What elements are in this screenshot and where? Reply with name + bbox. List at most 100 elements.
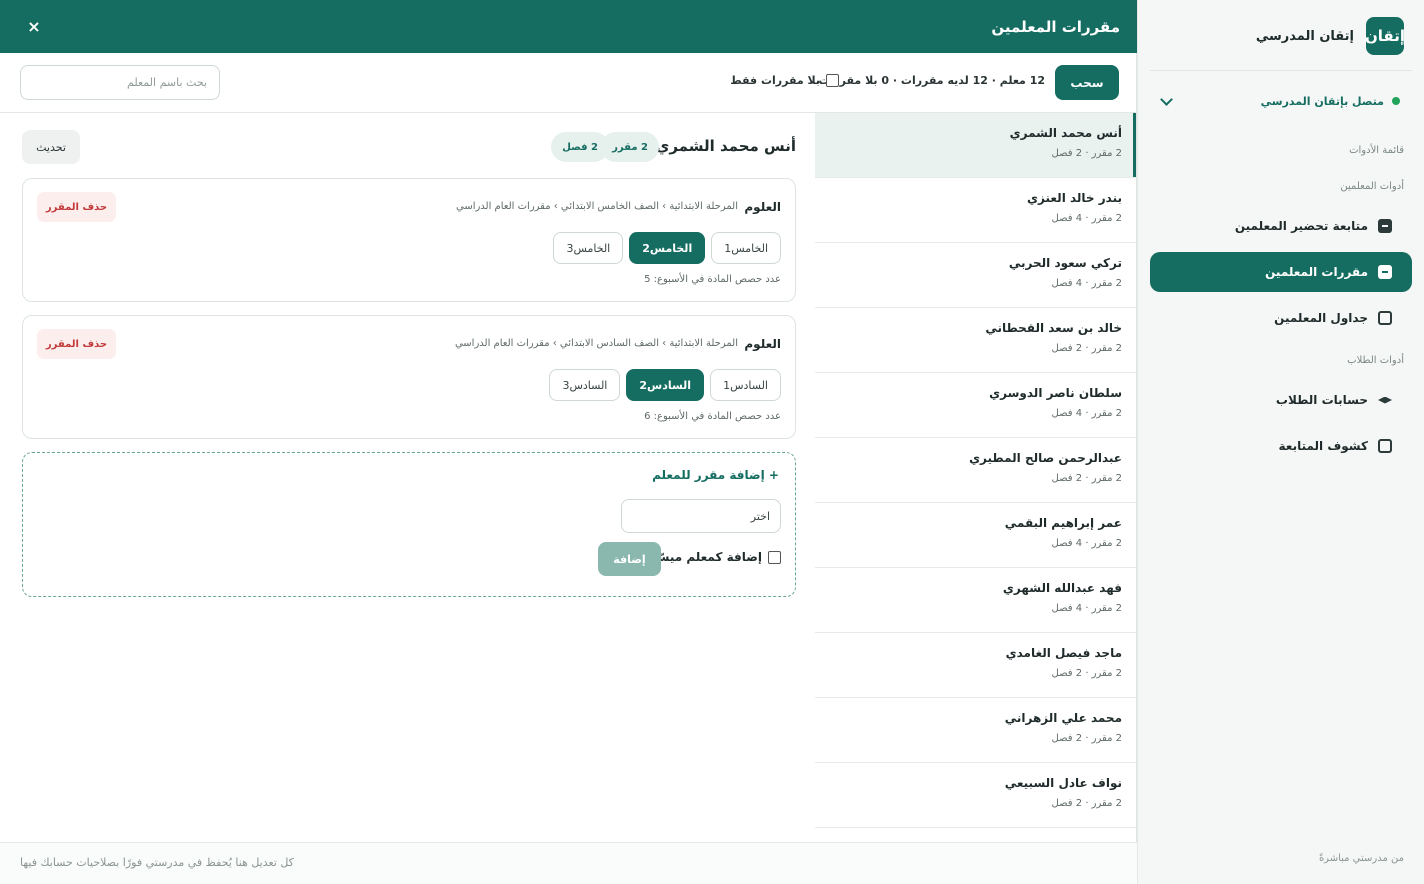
teacher-row[interactable]: خالد بن سعد القحطاني 2 مقرر · 2 فصل — [815, 308, 1136, 373]
brand-logo: إتقان — [1365, 17, 1405, 55]
teacher-row[interactable]: محمد علي الزهراني 2 مقرر · 2 فصل — [815, 698, 1136, 763]
teacher-name: بندر خالد العنزي — [1027, 191, 1122, 205]
teacher-row[interactable]: أنس محمد الشمري 2 مقرر · 2 فصل — [815, 113, 1136, 178]
teacher-row[interactable]: سلطان ناصر الدوسري 2 مقرر · 4 فصل — [815, 373, 1136, 438]
delete-course-button[interactable]: حذف المقرر — [37, 192, 116, 222]
weekly-periods: عدد حصص المادة في الأسبوع: 6 — [644, 411, 781, 422]
course-subject: العلوم — [744, 337, 781, 351]
course-select[interactable]: اختر — [621, 499, 781, 533]
add-course-button[interactable]: إضافة — [598, 542, 661, 576]
sidebar-divider — [1150, 70, 1412, 71]
class-chip[interactable]: الخامس1 — [711, 232, 781, 264]
course-path: المرحلة الابتدائية › الصف السادس الابتدا… — [454, 338, 738, 349]
sidebar-item-tracking-sheets[interactable]: كشوف المتابعة — [1150, 426, 1412, 466]
course-subject: العلوم — [744, 200, 781, 214]
easy-teacher-label: إضافة كمعلم ميسّر — [650, 550, 762, 564]
teacher-meta: 2 مقرر · 2 فصل — [1051, 473, 1122, 484]
class-chips: السادس1 السادس2 السادس3 — [549, 369, 781, 401]
section-label-teacher-tools: أدوات المعلمين — [1340, 181, 1404, 192]
connection-text: متصل بإتقان المدرسي — [1260, 94, 1384, 108]
teacher-meta: 2 مقرر · 4 فصل — [1051, 603, 1122, 614]
sidebar-item-student-accounts[interactable]: حسابات الطلاب — [1150, 380, 1412, 420]
connection-status[interactable]: متصل بإتقان المدرسي — [1160, 90, 1400, 112]
no-courses-checkbox[interactable] — [826, 74, 839, 87]
teacher-row[interactable]: بندر خالد العنزي 2 مقرر · 4 فصل — [815, 178, 1136, 243]
teacher-meta: 2 مقرر · 2 فصل — [1051, 343, 1122, 354]
teacher-row[interactable]: عبدالرحمن صالح المطيري 2 مقرر · 2 فصل — [815, 438, 1136, 503]
online-dot-icon — [1392, 97, 1400, 105]
teacher-meta: 2 مقرر · 2 فصل — [1051, 148, 1122, 159]
weekly-periods: عدد حصص المادة في الأسبوع: 5 — [644, 274, 781, 285]
classes-count-badge: 2 فصل — [551, 132, 609, 162]
section-label-student-tools: أدوات الطلاب — [1347, 355, 1404, 366]
course-card: العلوم المرحلة الابتدائية › الصف الخامس … — [22, 178, 796, 302]
teacher-name: تركي سعود الحربي — [1008, 256, 1122, 270]
teacher-name: نواف عادل السبيعي — [1004, 776, 1122, 790]
sidebar-footer: من مدرستي مباشرةً — [1318, 853, 1404, 864]
footer-note: كل تعديل هنا يُحفظ في مدرستي فورًا بصلاح… — [20, 856, 294, 869]
courses-count-badge: 2 مقرر — [601, 132, 659, 162]
teacher-row[interactable]: عمر إبراهيم البقمي 2 مقرر · 4 فصل — [815, 503, 1136, 568]
calendar-icon — [1378, 311, 1392, 325]
delete-course-button[interactable]: حذف المقرر — [37, 329, 116, 359]
clipboard-check-icon — [1378, 219, 1392, 233]
chevron-down-icon[interactable] — [1160, 92, 1173, 106]
class-chip-selected[interactable]: الخامس2 — [629, 232, 706, 264]
course-path: المرحلة الابتدائية › الصف الخامس الابتدا… — [455, 201, 738, 212]
sidebar-item-prep-tracking[interactable]: متابعة تحضير المعلمين — [1150, 206, 1412, 246]
teacher-row[interactable]: ماجد فيصل الغامدي 2 مقرر · 2 فصل — [815, 633, 1136, 698]
sidebar-item-label: كشوف المتابعة — [1278, 439, 1368, 453]
panel-footer: كل تعديل هنا يُحفظ في مدرستي فورًا بصلاح… — [0, 842, 1137, 884]
no-courses-filter-label: بلا مقررات فقط — [730, 74, 820, 87]
sidebar-item-label: حسابات الطلاب — [1275, 393, 1368, 407]
sidebar-item-teacher-courses[interactable]: مقررات المعلمين — [1150, 252, 1412, 292]
teacher-name: أنس محمد الشمري — [1009, 126, 1122, 140]
teacher-detail: أنس محمد الشمري 2 مقرر 2 فصل تحديث العلو… — [0, 113, 816, 842]
refresh-button[interactable]: تحديث — [22, 130, 80, 164]
table-icon — [1378, 439, 1392, 453]
class-chip[interactable]: السادس1 — [710, 369, 781, 401]
course-card: العلوم المرحلة الابتدائية › الصف السادس … — [22, 315, 796, 439]
teacher-meta: 2 مقرر · 2 فصل — [1051, 733, 1122, 744]
teacher-search-input[interactable] — [20, 65, 220, 100]
detail-header: أنس محمد الشمري 2 مقرر 2 فصل تحديث — [22, 130, 796, 164]
class-chip-selected[interactable]: السادس2 — [626, 369, 705, 401]
teacher-meta: 2 مقرر · 4 فصل — [1051, 278, 1122, 289]
teacher-meta: 2 مقرر · 4 فصل — [1051, 408, 1122, 419]
class-chip[interactable]: الخامس3 — [553, 232, 624, 264]
no-courses-filter[interactable]: بلا مقررات فقط — [730, 74, 839, 87]
panel-title: مقررات المعلمين — [991, 17, 1120, 36]
sidebar-item-label: مقررات المعلمين — [1265, 265, 1368, 279]
teacher-name: عمر إبراهيم البقمي — [1004, 516, 1122, 530]
teacher-meta: 2 مقرر · 4 فصل — [1051, 213, 1122, 224]
teacher-meta: 2 مقرر · 4 فصل — [1051, 538, 1122, 549]
toolbar: سحب 12 معلم · 12 لديه مقررات · 0 بلا مقر… — [0, 53, 1137, 113]
sidebar: إتقان إتقان المدرسي متصل بإتقان المدرسي … — [1137, 0, 1424, 884]
teacher-row[interactable]: فهد عبدالله الشهري 2 مقرر · 4 فصل — [815, 568, 1136, 633]
teacher-name: محمد علي الزهراني — [1004, 711, 1122, 725]
teacher-courses-panel: × مقررات المعلمين سحب 12 معلم · 12 لديه … — [0, 0, 1137, 884]
sidebar-item-label: متابعة تحضير المعلمين — [1234, 219, 1368, 233]
class-chips: الخامس1 الخامس2 الخامس3 — [553, 232, 781, 264]
teacher-row[interactable]: نواف عادل السبيعي 2 مقرر · 2 فصل — [815, 763, 1136, 828]
sidebar-item-label: جداول المعلمين — [1274, 311, 1368, 325]
add-course-box: + إضافة مقرر للمعلم اختر إضافة كمعلم ميس… — [22, 452, 796, 597]
brand[interactable]: إتقان إتقان المدرسي — [1256, 16, 1405, 56]
teacher-stats: 12 معلم · 12 لديه مقررات · 0 بلا مقررات — [818, 74, 1045, 87]
book-icon — [1378, 265, 1392, 279]
section-label-tools: قائمة الأدوات — [1349, 145, 1404, 156]
panel-header: × مقررات المعلمين — [0, 0, 1137, 53]
teacher-name: عبدالرحمن صالح المطيري — [969, 451, 1122, 465]
teacher-name: فهد عبدالله الشهري — [1002, 581, 1122, 595]
easy-teacher-checkbox[interactable] — [768, 550, 781, 564]
teacher-meta: 2 مقرر · 2 فصل — [1051, 668, 1122, 679]
pull-button[interactable]: سحب — [1055, 65, 1119, 100]
easy-teacher-option[interactable]: إضافة كمعلم ميسّر — [650, 550, 781, 564]
teacher-meta: 2 مقرر · 2 فصل — [1051, 798, 1122, 809]
teacher-row[interactable]: تركي سعود الحربي 2 مقرر · 4 فصل — [815, 243, 1136, 308]
sidebar-item-teacher-schedules[interactable]: جداول المعلمين — [1150, 298, 1412, 338]
graduation-cap-icon — [1378, 393, 1392, 407]
class-chip[interactable]: السادس3 — [549, 369, 621, 401]
detail-teacher-name: أنس محمد الشمري — [655, 137, 796, 155]
close-icon[interactable]: × — [26, 17, 42, 36]
